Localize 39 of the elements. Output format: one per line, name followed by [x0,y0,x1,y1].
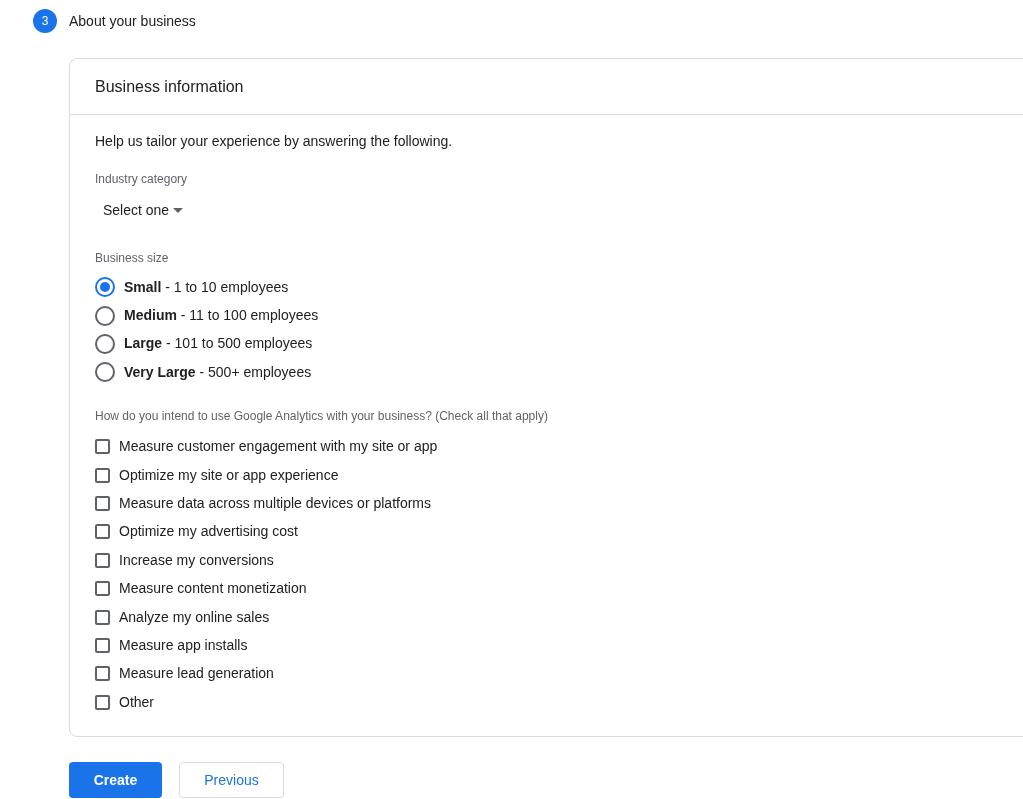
option-label: Small - 1 to 10 employees [124,277,289,297]
radio-button[interactable] [95,333,115,354]
checkbox[interactable] [95,439,110,455]
option-label: Very Large - 500+ employees [124,362,312,382]
step-title: About your business [69,11,196,31]
industry-dropdown[interactable]: Select one [103,200,184,221]
option-label: Increase my conversions [119,550,274,570]
option-label: Measure lead generation [119,664,274,684]
option-label: Measure customer engagement with my site or app [119,437,438,457]
checkbox[interactable] [95,638,110,653]
previous-button[interactable]: Previous [179,762,284,799]
checkbox[interactable] [95,496,110,512]
option-label: Medium - 11 to 100 employees [124,306,319,326]
option-label: Large - 101 to 500 employees [124,334,313,354]
option-label: Measure app installs [119,636,248,655]
radio-button[interactable] [95,277,115,298]
card-title: Business information [95,76,244,97]
checkbox[interactable] [95,666,110,682]
checkbox[interactable] [95,581,110,597]
checkbox[interactable] [95,467,110,483]
create-button[interactable]: Create [69,762,162,799]
option-label: Measure content monetization [119,579,307,599]
radio-button[interactable] [95,305,115,326]
field-label: Industry category [95,171,189,188]
checkbox[interactable] [95,694,110,710]
radio-button[interactable] [95,362,115,383]
field-label: Business size [95,250,170,267]
option-label: Measure data across multiple devices or platforms [119,494,432,514]
option-label: Other [119,692,154,712]
field-label: How do you intend to use Google Analytics with your business? (Check all that apply) [95,407,549,425]
option-label: Analyze my online sales [119,607,270,627]
intro-text: Help us tailor your experience by answering the following. [95,132,454,151]
caret-icon [173,208,184,213]
step-number: 3 [33,9,57,33]
checkbox[interactable] [95,609,110,625]
checkbox[interactable] [95,552,110,568]
option-label: Optimize my advertising cost [119,522,298,542]
checkbox[interactable] [95,524,110,540]
option-label: Optimize my site or app experience [119,465,339,485]
